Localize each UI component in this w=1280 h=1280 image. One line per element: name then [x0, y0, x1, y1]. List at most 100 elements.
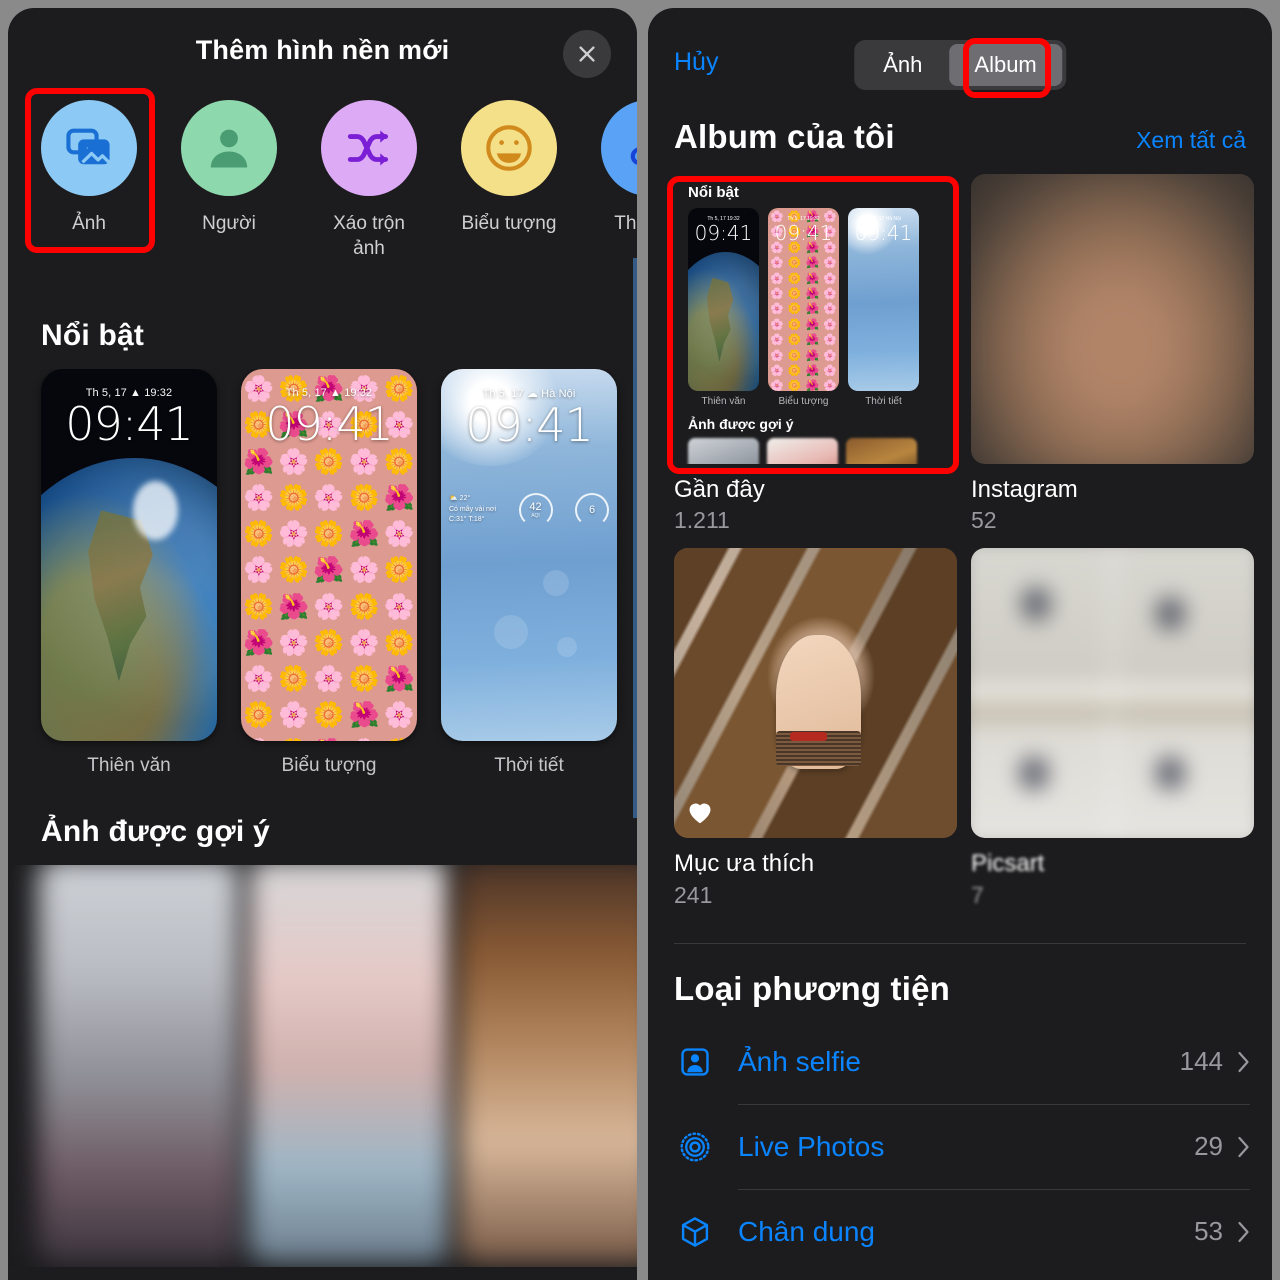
chevron-right-icon [1238, 1221, 1249, 1242]
section-title-suggested: Ảnh được gợi ý [41, 815, 270, 848]
suggested-photo-row[interactable] [8, 865, 637, 1267]
weather-icon [601, 100, 637, 196]
panel-header: Thêm hình nền mới [8, 8, 637, 100]
cloud-graphic [132, 480, 179, 541]
cancel-button[interactable]: Hủy [674, 48, 718, 77]
bokeh [557, 636, 578, 657]
nested-wallpaper-item: Th 5, 17 19:32 09:41 Thiên văn [688, 208, 759, 407]
suggested-photo[interactable] [248, 865, 450, 1263]
album-count: 7 [971, 881, 984, 908]
album-picsart[interactable]: Picsart 7 [971, 548, 1254, 908]
suggested-photo[interactable] [38, 865, 240, 1263]
lockscreen-overlay: Th 5, 17 ☁ Hà Nội 09:41 [441, 387, 617, 451]
picker-navbar: Hủy Ảnh Album [648, 8, 1272, 104]
grid-subject [1156, 757, 1185, 791]
wallpaper-preview[interactable]: Th 5, 17 ☁ Hà Nội 09:41 ⛅ 22° Có mây vài… [441, 369, 617, 741]
add-wallpaper-panel: Thêm hình nền mới Ảnh Người Xáo trộn ảnh… [8, 8, 637, 1280]
nested-suggested-photo [767, 438, 838, 464]
category-label: Xáo trộn ảnh [333, 213, 405, 260]
emoji-icon [461, 100, 557, 196]
person-icon [181, 100, 277, 196]
uv-ring: 6 [575, 493, 609, 527]
category-anh[interactable]: Ảnh [41, 100, 137, 285]
media-row-live-photos[interactable]: Live Photos 29 [674, 1105, 1250, 1189]
wallpaper-label: Thiên văn [87, 755, 171, 776]
live-photo-icon [674, 1130, 716, 1164]
heart-icon [689, 803, 711, 824]
nested-wallpaper-preview: Th 5, 17 Hà Nội 09:41 [848, 208, 919, 391]
album-name: Instagram [971, 476, 1078, 503]
category-bieu-tuong[interactable]: Biểu tượng [461, 100, 557, 285]
category-xao-tron-anh[interactable]: Xáo trộn ảnh [321, 100, 417, 285]
album-count: 1.211 [674, 507, 730, 534]
nested-lockscreen: Th 5, 17 19:32 09:41 [774, 216, 833, 245]
media-type-list[interactable]: Ảnh selfie 144 Live Photos 29 Chân dung … [648, 1020, 1272, 1274]
media-label: Ảnh selfie [738, 1045, 861, 1077]
nested-suggested-photo [846, 438, 917, 464]
nested-wallpaper-label: Biểu tượng [778, 396, 829, 407]
aqi-ring: 42 AQI [518, 493, 553, 527]
photos-icon [41, 100, 137, 196]
media-row-selfie[interactable]: Ảnh selfie 144 [674, 1020, 1250, 1104]
featured-wallpaper-row[interactable]: Th 5, 17 ▲ 19:32 09:41 Thiên văn 🌸 🌼 🌺 🌸 🌼 🌼 🌺… [8, 369, 637, 789]
media-count: 144 [1179, 1046, 1223, 1077]
tab-album[interactable]: Album [949, 44, 1062, 86]
wallpaper-bieu-tuong[interactable]: 🌸 🌼 🌺 🌸 🌼 🌼 🌺 🌸 🌼 🌸 🌺 🌸 🌼 🌸 🌼 🌸 🌼 🌸 🌼 🌺 🌼 🌸 🌼 🌺 🌸 🌸 🌼 🌺 🌸 🌼 🌼 🌺 🌸 🌼 🌸 🌺 🌸 🌼 🌸 🌼… [241, 369, 417, 789]
category-label: Ảnh [72, 213, 106, 234]
section-title-featured: Nổi bật [41, 319, 145, 352]
nested-suggested-row [688, 438, 957, 464]
wallpaper-preview[interactable]: Th 5, 17 ▲ 19:32 09:41 [41, 369, 217, 741]
grid-subject [1022, 588, 1051, 622]
category-label: Biểu tượng [461, 213, 557, 234]
nested-suggested-photo [688, 438, 759, 464]
wallpaper-preview[interactable]: 🌸 🌼 🌺 🌸 🌼 🌼 🌺 🌸 🌼 🌸 🌺 🌸 🌼 🌸 🌼 🌸 🌼 🌸 🌼 🌺 🌼 🌸 🌼 🌺 🌸 🌸 🌼 🌺 🌸 🌼 🌼 🌺 🌸 🌼 🌸 🌺 🌸 🌼 🌸 🌼… [241, 369, 417, 741]
media-row-chan-dung[interactable]: Chân dung 53 [674, 1190, 1250, 1274]
album-instagram[interactable]: Instagram 52 [971, 174, 1254, 534]
album-thumbnail[interactable]: Nổi bật Th 5, 17 19:32 09:41 Thiên văn 🌸… [674, 174, 957, 464]
weather-widgets: ⛅ 22° Có mây vài nơi C:31° T:18° 42 AQI … [449, 493, 609, 527]
my-albums-header: Album của tôi Xem tất cả [648, 104, 1272, 174]
nested-lockscreen: Th 5, 17 Hà Nội 09:41 [854, 216, 913, 245]
nested-wallpaper-preview: Th 5, 17 19:32 09:41 [688, 208, 759, 391]
bokeh [543, 569, 570, 596]
category-row[interactable]: Ảnh Người Xáo trộn ảnh Biểu tượng Th [8, 100, 637, 285]
nested-wallpaper-item: 🌸 🌼 🌺 🌸 🌸 🌼 🌺 🌸 🌸 🌼 🌺 🌸 🌸 🌼 🌺 🌸 🌸 🌼 🌺 🌸 🌸 🌼 🌺 🌸 🌸 🌼 🌺 🌸 🌸 🌼 🌺 🌸 🌸 🌼 🌺 🌸 🌸 🌼 🌺 🌸… [768, 208, 839, 407]
lockscreen-overlay: Th 5, 17 ▲ 19:32 09:41 [41, 387, 217, 450]
see-all-link[interactable]: Xem tất cả [1136, 127, 1246, 154]
tab-anh[interactable]: Ảnh [858, 44, 947, 86]
wallpaper-label: Biểu tượng [281, 755, 377, 776]
category-thoi-tiet[interactable]: Thời tiết [601, 100, 637, 285]
selfie-icon [674, 1045, 716, 1079]
lockscreen-time: 09:41 [465, 398, 594, 452]
scroll-indicator[interactable] [633, 258, 637, 818]
segmented-control[interactable]: Ảnh Album [854, 40, 1066, 90]
album-thumbnail[interactable] [971, 174, 1254, 464]
weather-summary: ⛅ 22° Có mây vài nơi C:31° T:18° [449, 495, 496, 524]
grid-subject [1156, 597, 1185, 631]
album-thumbnail[interactable] [971, 548, 1254, 839]
shuffle-icon [321, 100, 417, 196]
photo-picker-panel: Hủy Ảnh Album Album của tôi Xem tất cả N… [648, 8, 1272, 1280]
nested-suggested-title: Ảnh được gợi ý [688, 416, 794, 432]
album-grid[interactable]: Nổi bật Th 5, 17 19:32 09:41 Thiên văn 🌸… [648, 174, 1272, 909]
category-nguoi[interactable]: Người [181, 100, 277, 285]
wallpaper-thoi-tiet[interactable]: Th 5, 17 ☁ Hà Nội 09:41 ⛅ 22° Có mây vài… [441, 369, 617, 789]
nested-wallpaper-label: Thiên văn [701, 396, 746, 407]
category-label: Người [202, 213, 256, 234]
nested-lockscreen: Th 5, 17 19:32 09:41 [694, 216, 753, 245]
portrait-cube-icon [674, 1215, 716, 1249]
album-count: 241 [674, 881, 713, 908]
media-count: 53 [1194, 1216, 1223, 1247]
suggested-photo[interactable] [458, 865, 637, 1263]
nested-featured-title: Nổi bật [688, 184, 739, 201]
wallpaper-thien-van[interactable]: Th 5, 17 ▲ 19:32 09:41 Thiên văn [41, 369, 217, 789]
album-muc-ua-thich[interactable]: Mục ưa thích 241 [674, 548, 957, 908]
album-gan-day[interactable]: Nổi bật Th 5, 17 19:32 09:41 Thiên văn 🌸… [674, 174, 957, 534]
page-title: Thêm hình nền mới [195, 35, 450, 65]
bokeh [493, 614, 528, 649]
close-icon[interactable] [563, 30, 611, 78]
nested-wallpaper-item: Th 5, 17 Hà Nội 09:41 Thời tiết [848, 208, 919, 407]
album-thumbnail[interactable] [674, 548, 957, 839]
grid-subject [1019, 757, 1048, 791]
chevron-right-icon [1238, 1051, 1249, 1072]
